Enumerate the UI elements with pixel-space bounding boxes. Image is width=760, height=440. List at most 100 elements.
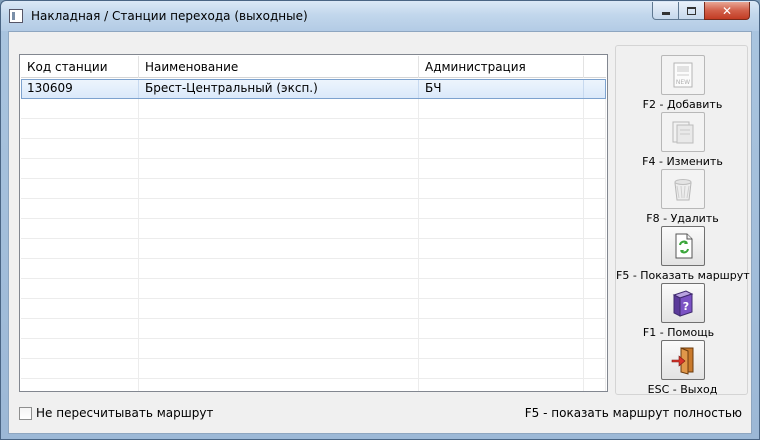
empty-cell xyxy=(139,299,419,318)
empty-cell xyxy=(584,159,606,178)
show-route-button[interactable]: F5 - Показать маршрут xyxy=(616,226,750,282)
empty-cell xyxy=(21,199,139,218)
empty-cell xyxy=(584,199,606,218)
empty-row xyxy=(21,119,606,139)
empty-cell xyxy=(139,99,419,118)
empty-cell xyxy=(419,239,584,258)
empty-cell xyxy=(21,119,139,138)
empty-cell xyxy=(419,119,584,138)
empty-row xyxy=(21,259,606,279)
empty-cell xyxy=(584,359,606,378)
empty-cell xyxy=(139,159,419,178)
empty-row xyxy=(21,359,606,379)
column-header-name[interactable]: Наименование xyxy=(139,56,419,78)
empty-cell xyxy=(584,239,606,258)
empty-row xyxy=(21,179,606,199)
edit-button-label: F4 - Изменить xyxy=(642,155,723,168)
show-route-button-label: F5 - Показать маршрут xyxy=(616,269,750,282)
empty-cell xyxy=(139,139,419,158)
empty-cell xyxy=(584,99,606,118)
delete-button[interactable]: F8 - Удалить xyxy=(616,169,749,225)
empty-row xyxy=(21,379,606,391)
svg-text:NEW: NEW xyxy=(675,79,689,86)
cell-station-code[interactable]: 130609 xyxy=(21,79,139,98)
empty-cell xyxy=(21,239,139,258)
add-button-label: F2 - Добавить xyxy=(642,98,723,111)
empty-cell xyxy=(21,179,139,198)
empty-cell xyxy=(584,179,606,198)
column-header-filler xyxy=(584,56,606,78)
empty-row xyxy=(21,139,606,159)
app-window: Накладная / Станции перехода (выходные) … xyxy=(0,0,760,440)
empty-cell xyxy=(584,259,606,278)
no-recalc-route-checkbox[interactable] xyxy=(19,406,32,420)
empty-cell xyxy=(21,259,139,278)
empty-cell xyxy=(584,139,606,158)
route-refresh-icon xyxy=(675,233,692,259)
help-button[interactable]: ? F1 - Помощь xyxy=(616,283,749,339)
title-bar[interactable]: Накладная / Станции перехода (выходные) … xyxy=(1,1,759,31)
empty-cell xyxy=(21,219,139,238)
delete-tile[interactable] xyxy=(660,169,705,209)
column-header-administration[interactable]: Администрация xyxy=(419,56,584,78)
exit-button-label: ESC - Выход xyxy=(647,383,718,396)
empty-cell xyxy=(139,219,419,238)
empty-cell xyxy=(584,119,606,138)
maximize-button[interactable] xyxy=(678,2,705,20)
cell-station-name[interactable]: Брест-Центральный (эксп.) xyxy=(139,79,419,98)
empty-cell xyxy=(419,219,584,238)
add-tile[interactable]: NEW xyxy=(660,55,705,95)
dialog-content: Код станции Наименование Администрация 1… xyxy=(8,31,752,434)
action-panel: NEW F2 - Добавить F4 - Изменить F8 - Уда… xyxy=(615,45,750,396)
exit-button[interactable]: ESC - Выход xyxy=(616,340,749,396)
exit-tile[interactable] xyxy=(660,340,705,380)
close-button[interactable]: ✕ xyxy=(704,2,750,20)
empty-cell xyxy=(419,279,584,298)
empty-cell xyxy=(419,259,584,278)
empty-row xyxy=(21,159,606,179)
empty-row xyxy=(21,219,606,239)
add-button[interactable]: NEW F2 - Добавить xyxy=(616,55,749,111)
cell-administration[interactable]: БЧ xyxy=(419,79,584,98)
empty-cell xyxy=(139,379,419,391)
empty-cell xyxy=(139,179,419,198)
empty-cell xyxy=(139,259,419,278)
window-title: Накладная / Станции перехода (выходные) xyxy=(31,9,308,23)
maximize-icon xyxy=(687,6,696,15)
exit-door-icon xyxy=(671,347,693,375)
column-header-code[interactable]: Код станции xyxy=(21,56,139,78)
app-icon[interactable] xyxy=(9,9,23,23)
empty-cell xyxy=(419,359,584,378)
empty-cell xyxy=(139,239,419,258)
empty-cell xyxy=(584,279,606,298)
stations-grid[interactable]: Код станции Наименование Администрация 1… xyxy=(19,54,608,392)
edit-document-icon xyxy=(672,121,693,144)
footer-hint: F5 - показать маршрут полностью xyxy=(524,406,742,420)
empty-row xyxy=(21,299,606,319)
empty-cell xyxy=(21,299,139,318)
empty-cell xyxy=(419,139,584,158)
empty-cell xyxy=(21,359,139,378)
empty-cell xyxy=(419,379,584,391)
empty-cell xyxy=(584,379,606,391)
table-row[interactable]: 130609 Брест-Центральный (эксп.) БЧ xyxy=(21,79,606,99)
empty-cell xyxy=(139,279,419,298)
minimize-icon xyxy=(661,12,670,15)
empty-cell xyxy=(419,319,584,338)
empty-cell xyxy=(419,99,584,118)
edit-tile[interactable] xyxy=(660,112,705,152)
no-recalc-route-label[interactable]: Не пересчитывать маршрут xyxy=(36,406,213,420)
empty-cell xyxy=(21,279,139,298)
empty-cell xyxy=(419,339,584,358)
show-route-tile[interactable] xyxy=(660,226,705,266)
edit-button[interactable]: F4 - Изменить xyxy=(616,112,749,168)
help-button-label: F1 - Помощь xyxy=(642,326,715,339)
minimize-button[interactable] xyxy=(652,2,679,20)
empty-cell xyxy=(584,339,606,358)
grid-body: 130609 Брест-Центральный (эксп.) БЧ xyxy=(21,79,606,391)
help-tile[interactable]: ? xyxy=(660,283,705,323)
no-recalc-route-option[interactable]: Не пересчитывать маршрут xyxy=(19,406,213,420)
empty-row xyxy=(21,239,606,259)
empty-cell xyxy=(139,119,419,138)
empty-cell xyxy=(21,379,139,391)
